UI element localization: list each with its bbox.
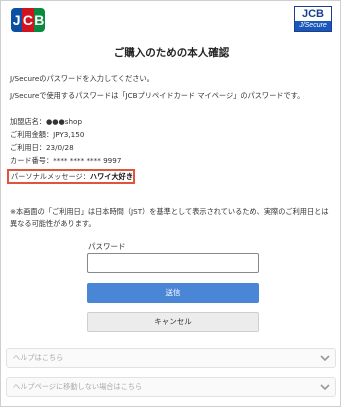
- personal-message: パーソナルメッセージ：ハワイ大好き: [7, 169, 135, 184]
- merchant-name: 加盟店名：●●●shop: [10, 117, 83, 126]
- chevron-down-icon: [320, 384, 330, 391]
- jcb-logo-b: B: [33, 8, 45, 32]
- amount: ご利用金額：JPY3,150: [10, 130, 85, 139]
- page-title: ご購入のための本人確認: [113, 47, 230, 59]
- jsecure-logo-text: J/Secure: [295, 21, 331, 31]
- send-button[interactable]: 送信: [87, 283, 259, 303]
- help-accordion[interactable]: ヘルプはこちら: [6, 348, 336, 368]
- jcb-logo: J C B: [11, 8, 45, 32]
- personal-message-label: パーソナルメッセージ：: [11, 172, 90, 181]
- help-accordion-label: ヘルプはこちら: [13, 353, 64, 362]
- intro-line-1: J/Secureのパスワードを入力してください。: [10, 74, 154, 83]
- password-label: パスワード: [88, 242, 126, 251]
- password-input[interactable]: [87, 253, 259, 273]
- card-number: カード番号：**** **** **** 9997: [10, 156, 122, 165]
- chevron-down-icon: [320, 355, 330, 362]
- help-fallback-accordion[interactable]: ヘルプページに移動しない場合はこちら: [6, 377, 336, 397]
- jcb-logo-j: J: [11, 8, 23, 32]
- auth-frame: J C B JCB J/Secure ご購入のための本人確認 J/Secureの…: [0, 0, 341, 407]
- timezone-note: ※本画面の「ご利用日」は日本時間（JST）を基準として表示されているため、実際の…: [10, 207, 329, 228]
- personal-message-value: ハワイ大好き: [89, 172, 134, 181]
- jsecure-logo-brand: JCB: [295, 7, 331, 21]
- usage-date: ご利用日：23/0/28: [10, 143, 74, 152]
- jcb-logo-c: C: [22, 8, 34, 32]
- intro-line-2: J/Secureで使用するパスワードは「JCBプリペイドカード マイページ」のパ…: [10, 91, 305, 100]
- cancel-button[interactable]: キャンセル: [87, 312, 259, 332]
- help-fallback-accordion-label: ヘルプページに移動しない場合はこちら: [13, 382, 143, 391]
- jsecure-logo: JCB J/Secure: [294, 6, 332, 32]
